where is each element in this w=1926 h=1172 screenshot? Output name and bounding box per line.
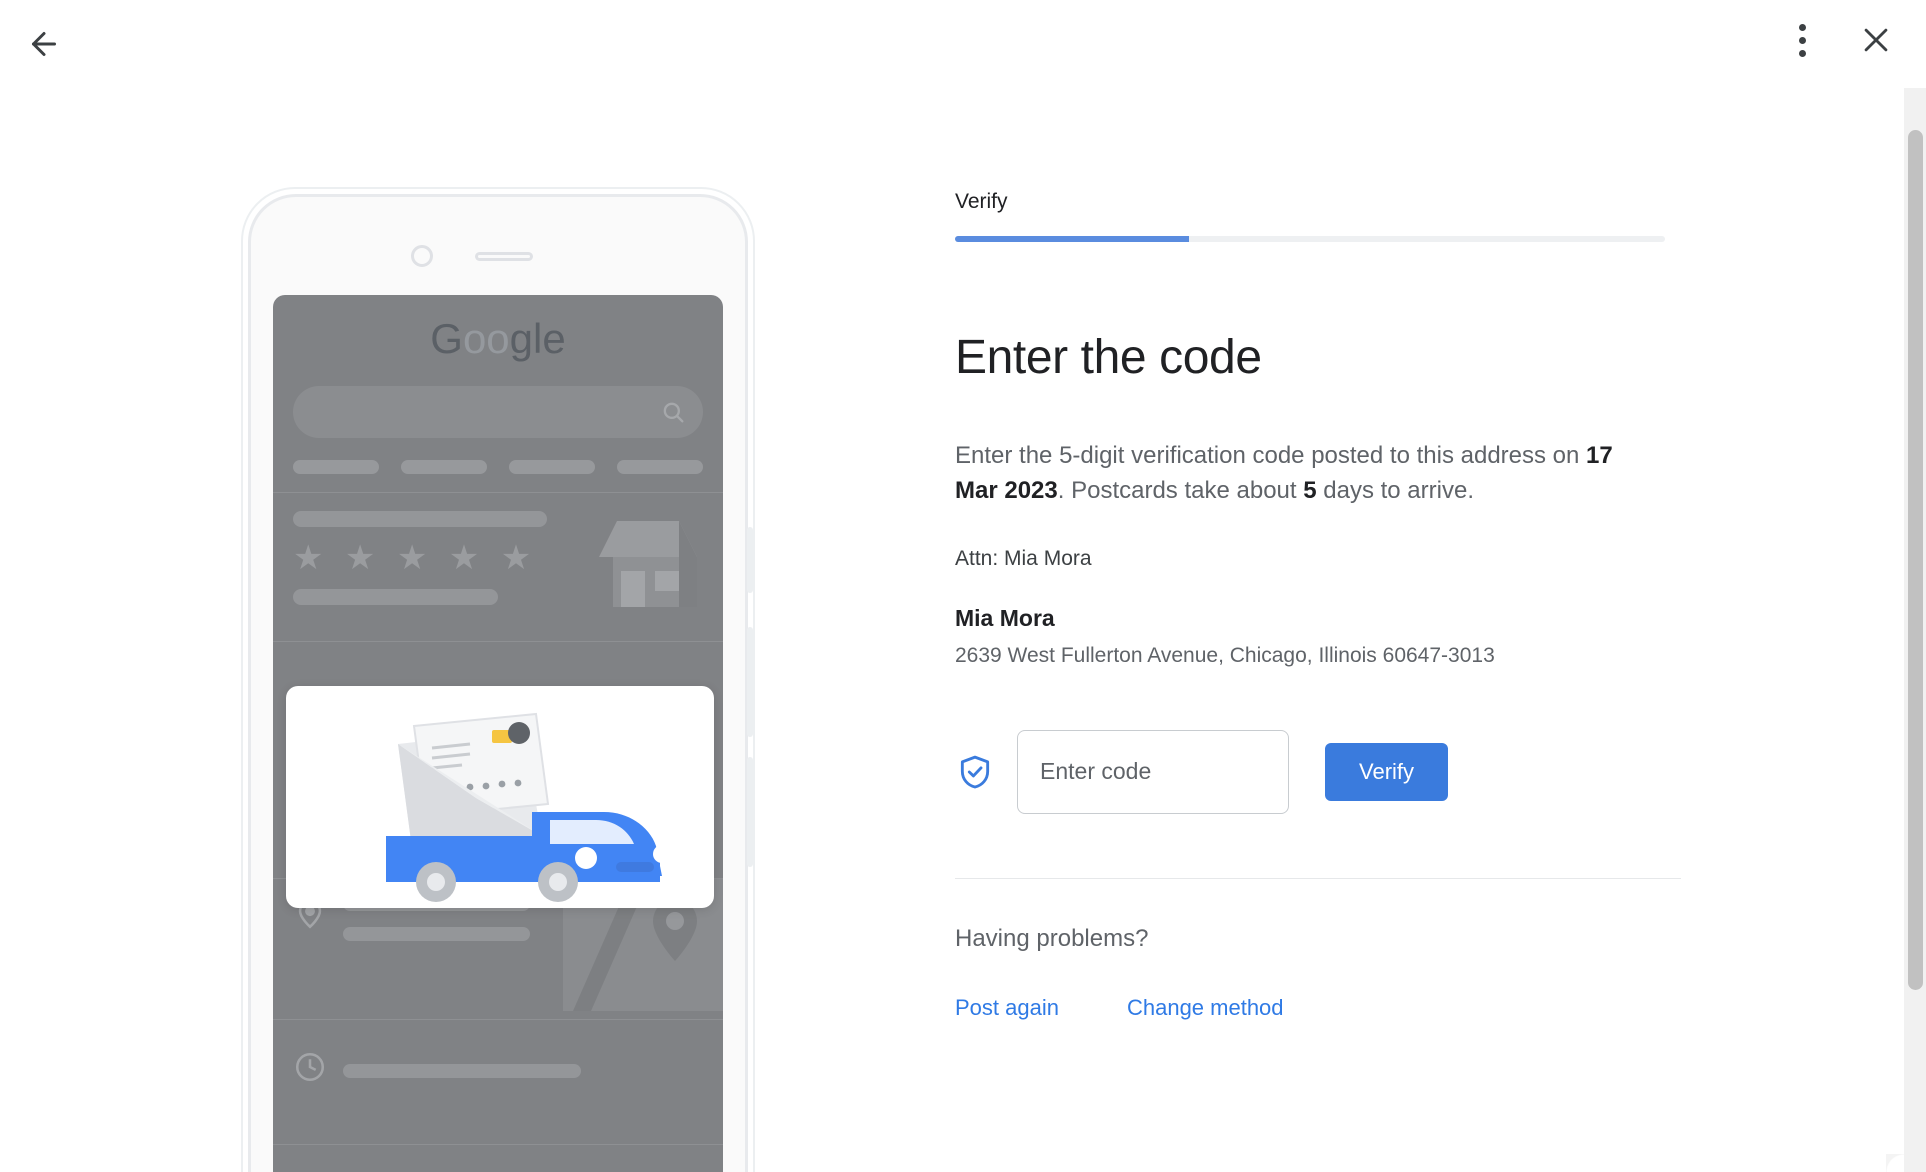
vertical-scrollbar[interactable] [1904, 88, 1926, 1172]
content-area: Google ★ ★ ★ ★ ★ Verify Enter the code E… [0, 88, 1926, 1172]
phone-camera-icon [411, 245, 433, 267]
instructions-part3: days to arrive. [1316, 476, 1474, 504]
back-button[interactable] [16, 16, 72, 72]
mock-chip [617, 460, 703, 474]
help-links: Post again Change method [955, 995, 1675, 1021]
verification-page: Google ★ ★ ★ ★ ★ Verify Enter the code E… [0, 0, 1926, 1172]
postcard-promo-card [286, 686, 714, 908]
mock-text-bar [343, 927, 531, 941]
close-icon [1859, 23, 1893, 57]
phone-frame: Google ★ ★ ★ ★ ★ [248, 194, 753, 1172]
mock-business-summary: ★ ★ ★ ★ ★ [273, 493, 723, 623]
overflow-menu-button[interactable] [1774, 12, 1830, 68]
help-heading: Having problems? [955, 924, 1149, 952]
page-title: Enter the code [955, 331, 1262, 384]
storefront-icon [593, 509, 703, 612]
verification-code-input[interactable] [1017, 729, 1289, 814]
phone-volume-down-button [747, 757, 753, 867]
phone-volume-up-button [747, 627, 753, 737]
tab-verify[interactable]: Verify [955, 190, 1675, 214]
more-vert-icon [1798, 21, 1806, 60]
instructions-part1: Enter the 5-digit verification code post… [955, 442, 1587, 469]
change-method-link[interactable]: Change method [1127, 995, 1284, 1021]
phone-illustration: Google ★ ★ ★ ★ ★ [0, 88, 760, 1172]
instructions-text: Enter the 5-digit verification code post… [955, 439, 1655, 509]
mock-chip [293, 460, 379, 474]
phone-speaker [475, 252, 533, 261]
mock-hours-row [273, 1020, 723, 1126]
scrollbar-thumb[interactable] [1908, 130, 1923, 990]
phone-side-button [747, 527, 753, 593]
mock-search-bar [293, 386, 703, 438]
mock-chip [401, 460, 487, 474]
arrow-back-icon [26, 26, 62, 62]
mock-text-bar [293, 589, 498, 605]
mock-phone-row [273, 1145, 723, 1172]
mock-chip [509, 460, 595, 474]
shield-check-icon [955, 753, 995, 791]
google-logo: Google [430, 315, 566, 362]
mail-truck-icon [286, 712, 714, 908]
instructions-part2: . Postcards take about [1057, 476, 1304, 504]
clock-icon [293, 1050, 327, 1089]
verification-form: Verify Enter the code Enter the 5-digit … [955, 88, 1681, 1021]
mock-text-bar [293, 511, 548, 527]
section-divider [955, 877, 1681, 879]
mailing-address: 2639 West Fullerton Avenue, Chicago, Ill… [955, 643, 1495, 667]
tab-header: Verify [955, 88, 1675, 242]
search-icon [659, 398, 687, 431]
recipient-name: Mia Mora [955, 604, 1055, 631]
close-button[interactable] [1848, 12, 1904, 68]
progress-bar [955, 236, 1665, 242]
mock-chip-row [293, 460, 703, 474]
top-bar [0, 0, 1926, 88]
code-entry-row: Verify [955, 729, 1675, 814]
attn-line: Attn: Mia Mora [955, 546, 1092, 570]
progress-bar-fill [955, 236, 1190, 242]
verify-button[interactable]: Verify [1325, 742, 1449, 801]
mock-text-bar [343, 1064, 581, 1078]
delivery-days: 5 [1303, 476, 1317, 504]
post-again-link[interactable]: Post again [955, 995, 1059, 1021]
panel-rounded-edge [1886, 88, 1904, 1172]
